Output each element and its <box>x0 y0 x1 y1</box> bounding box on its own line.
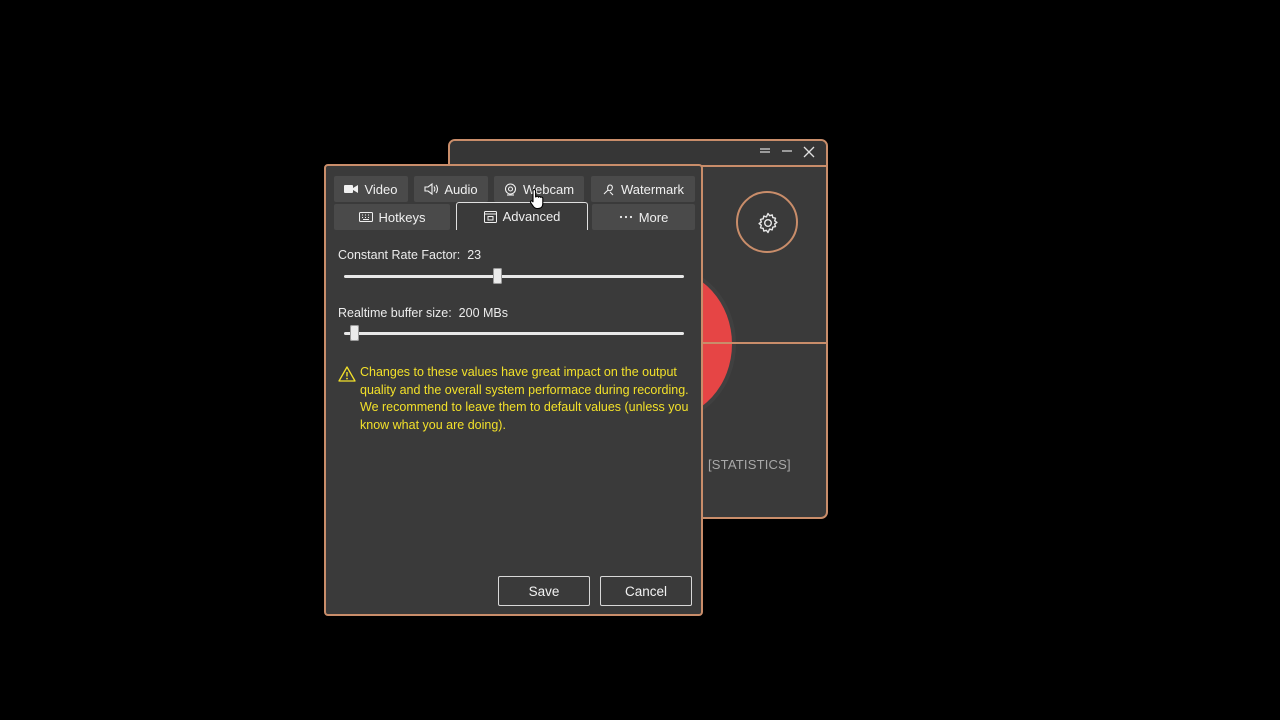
tab-more[interactable]: More <box>592 204 695 230</box>
warning-text: Changes to these values have great impac… <box>360 365 689 432</box>
tab-label: Advanced <box>502 209 561 224</box>
settings-button[interactable] <box>736 191 798 253</box>
tab-video[interactable]: Video <box>334 176 408 202</box>
keyboard-icon <box>358 212 373 222</box>
tab-label: Watermark <box>620 181 685 197</box>
tab-label: More <box>638 209 669 225</box>
tab-label: Video <box>364 181 398 197</box>
hand-cursor-icon <box>529 188 544 210</box>
tab-label: Hotkeys <box>378 209 426 225</box>
crf-value: 23 <box>467 248 482 262</box>
tab-watermark[interactable]: Watermark <box>591 176 695 202</box>
tab-hotkeys[interactable]: Hotkeys <box>334 204 450 230</box>
warning-icon <box>338 366 356 382</box>
speaker-icon <box>424 183 439 195</box>
cancel-button[interactable]: Cancel <box>600 576 692 606</box>
crf-label: Constant Rate Factor: <box>338 248 461 262</box>
tab-advanced[interactable]: Advanced <box>456 202 588 230</box>
buffer-label: Realtime buffer size: <box>338 306 452 320</box>
webcam-icon <box>504 182 517 196</box>
buffer-slider[interactable] <box>344 325 684 341</box>
minimize-icon[interactable] <box>776 143 798 161</box>
statistics-label: [STATISTICS] <box>708 457 791 472</box>
buffer-value: 200 MBs <box>458 306 509 320</box>
gear-icon <box>758 212 778 234</box>
menu-icon[interactable] <box>754 143 776 161</box>
crf-label-row: Constant Rate Factor: 23 <box>338 248 481 262</box>
crf-slider[interactable] <box>344 268 684 284</box>
watermark-icon <box>603 183 614 195</box>
settings-dialog: Video Audio Webcam Watermark Hotkeys Adv… <box>324 164 703 616</box>
buffer-slider-thumb[interactable] <box>350 325 360 341</box>
buffer-label-row: Realtime buffer size: 200 MBs <box>338 306 508 320</box>
crf-slider-thumb[interactable] <box>493 268 502 284</box>
close-icon[interactable] <box>798 143 820 161</box>
tab-label: Audio <box>444 181 478 197</box>
video-camera-icon <box>344 185 359 193</box>
save-button[interactable]: Save <box>498 576 590 606</box>
tab-audio[interactable]: Audio <box>414 176 488 202</box>
advanced-icon <box>483 210 497 223</box>
ellipsis-icon <box>619 215 632 219</box>
